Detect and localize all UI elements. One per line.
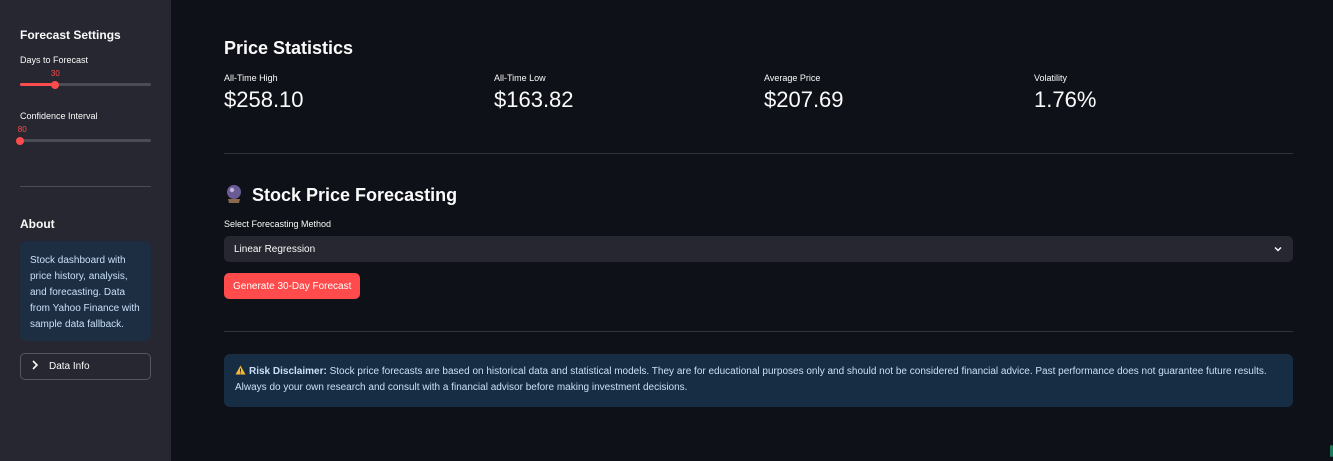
metric-all-time-low: All-Time Low $163.82 xyxy=(494,73,754,113)
confidence-interval-label: Confidence Interval xyxy=(20,111,98,121)
chevron-right-icon xyxy=(31,360,40,373)
data-info-expander[interactable]: Data Info xyxy=(20,353,151,380)
confidence-slider-thumb[interactable] xyxy=(16,136,24,145)
metric-label: All-Time Low xyxy=(494,73,546,83)
section-divider xyxy=(224,331,1293,332)
metric-value: $163.82 xyxy=(494,87,574,112)
metric-label: All-Time High xyxy=(224,73,278,83)
disclaimer-text: Stock price forecasts are based on histo… xyxy=(235,366,1267,393)
forecasting-title: Stock Price Forecasting xyxy=(252,185,458,205)
confidence-slider-value: 80 xyxy=(17,125,27,134)
forecasting-method-select[interactable]: Linear Regression xyxy=(224,236,1293,262)
selected-method: Linear Regression xyxy=(234,243,316,255)
metric-label: Volatility xyxy=(1034,73,1068,83)
days-slider-value: 30 xyxy=(50,69,60,78)
forecasting-method-label: Select Forecasting Method xyxy=(224,219,332,229)
days-to-forecast-slider[interactable]: 30 xyxy=(20,69,151,89)
price-statistics-heading: Price Statistics xyxy=(224,38,354,58)
main-content: Price Statistics All-Time High $258.10 A… xyxy=(171,0,1333,461)
forecast-settings-heading: Forecast Settings xyxy=(20,28,121,42)
sidebar-divider xyxy=(20,186,151,187)
metric-value: 1.76% xyxy=(1034,87,1097,112)
warning-icon xyxy=(235,365,246,375)
crystal-ball-icon xyxy=(224,184,244,204)
about-info-box: Stock dashboard with price history, anal… xyxy=(20,241,151,341)
chevron-down-icon xyxy=(1273,244,1283,254)
days-slider-thumb[interactable] xyxy=(51,80,60,89)
metric-volatility: Volatility 1.76% xyxy=(1034,73,1294,113)
risk-disclaimer-box: Risk Disclaimer: Stock price forecasts a… xyxy=(224,354,1293,407)
about-text: Stock dashboard with price history, anal… xyxy=(30,255,140,330)
days-to-forecast-label: Days to Forecast xyxy=(20,55,89,65)
days-slider-fill xyxy=(20,83,56,86)
metric-value: $258.10 xyxy=(224,87,304,112)
forecasting-heading: Stock Price Forecasting xyxy=(224,184,457,206)
generate-forecast-button[interactable]: Generate 30-Day Forecast xyxy=(224,273,361,299)
about-heading: About xyxy=(20,217,55,231)
sidebar: Forecast Settings Days to Forecast 30 Co… xyxy=(0,0,171,461)
metric-all-time-high: All-Time High $258.10 xyxy=(224,73,484,113)
section-divider xyxy=(224,153,1293,154)
confidence-interval-slider[interactable]: 80 xyxy=(16,125,151,145)
data-info-label: Data Info xyxy=(49,361,90,372)
metric-value: $207.69 xyxy=(764,87,844,112)
metric-average-price: Average Price $207.69 xyxy=(764,73,1024,113)
disclaimer-title: Risk Disclaimer: xyxy=(249,366,327,377)
metric-label: Average Price xyxy=(764,73,821,83)
